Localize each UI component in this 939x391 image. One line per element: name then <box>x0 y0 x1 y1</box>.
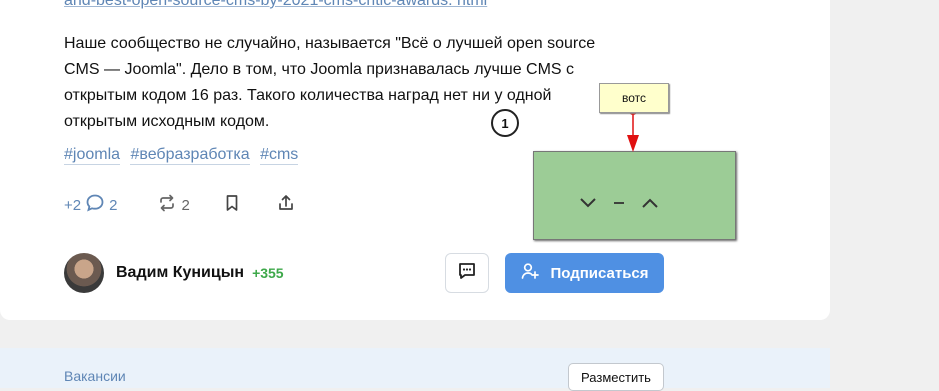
repost-button[interactable]: 2 <box>157 193 190 217</box>
tag-cms[interactable]: #cms <box>260 146 299 165</box>
post-text-line: открытым кодом 16 раз. Такого количества… <box>64 87 552 104</box>
chevron-up-icon[interactable] <box>640 196 660 215</box>
bookmark-button[interactable] <box>222 193 242 217</box>
tag-joomla[interactable]: #joomla <box>64 146 121 165</box>
tag-webdev[interactable]: #вебразработка <box>130 146 250 165</box>
repost-icon <box>157 193 177 217</box>
comments-button[interactable]: 2 <box>85 193 117 217</box>
subscribe-label: Подписаться <box>550 264 649 282</box>
annotation-label: вотс <box>599 83 669 113</box>
author-karma: +355 <box>252 265 284 281</box>
comment-icon <box>85 193 105 217</box>
share-button[interactable] <box>276 193 296 217</box>
overlay-controls <box>578 196 698 214</box>
tag-list: #joomla #вебразработка #cms <box>64 146 304 165</box>
vote-counter[interactable]: +2 <box>64 197 81 214</box>
author-row: Вадим Куницын +355 <box>64 253 284 293</box>
subscribe-button[interactable]: Подписаться <box>505 253 664 293</box>
post-text-line: CMS — Joomla". Дело в том, что Joomla пр… <box>64 61 575 78</box>
share-icon <box>276 193 296 217</box>
article-link[interactable]: and-best-open-source-cms-by-2021-cms-cri… <box>64 0 487 10</box>
post-text-line: Наше сообщество не случайно, называется … <box>64 35 596 52</box>
message-button[interactable] <box>445 253 489 293</box>
avatar[interactable] <box>64 253 104 293</box>
comments-count: 2 <box>109 196 118 214</box>
jobs-section: Вакансии Разместить <box>0 348 830 391</box>
post-text: Наше сообщество не случайно, называется … <box>64 31 644 135</box>
minus-icon[interactable] <box>612 196 626 215</box>
repost-count: 2 <box>181 196 190 214</box>
bookmark-icon <box>222 193 242 217</box>
add-user-icon <box>520 261 540 285</box>
chevron-down-icon[interactable] <box>578 196 598 215</box>
author-name[interactable]: Вадим Куницын <box>116 264 244 282</box>
highlight-box <box>533 151 736 240</box>
post-job-button[interactable]: Разместить <box>568 363 664 391</box>
post-text-line: открытым исходным кодом. <box>64 113 270 130</box>
vote-score: +2 <box>64 196 82 214</box>
step-marker: 1 <box>491 109 519 137</box>
jobs-link[interactable]: Вакансии <box>64 368 126 384</box>
message-icon <box>456 260 478 287</box>
post-actions: +2 2 2 <box>64 193 296 217</box>
